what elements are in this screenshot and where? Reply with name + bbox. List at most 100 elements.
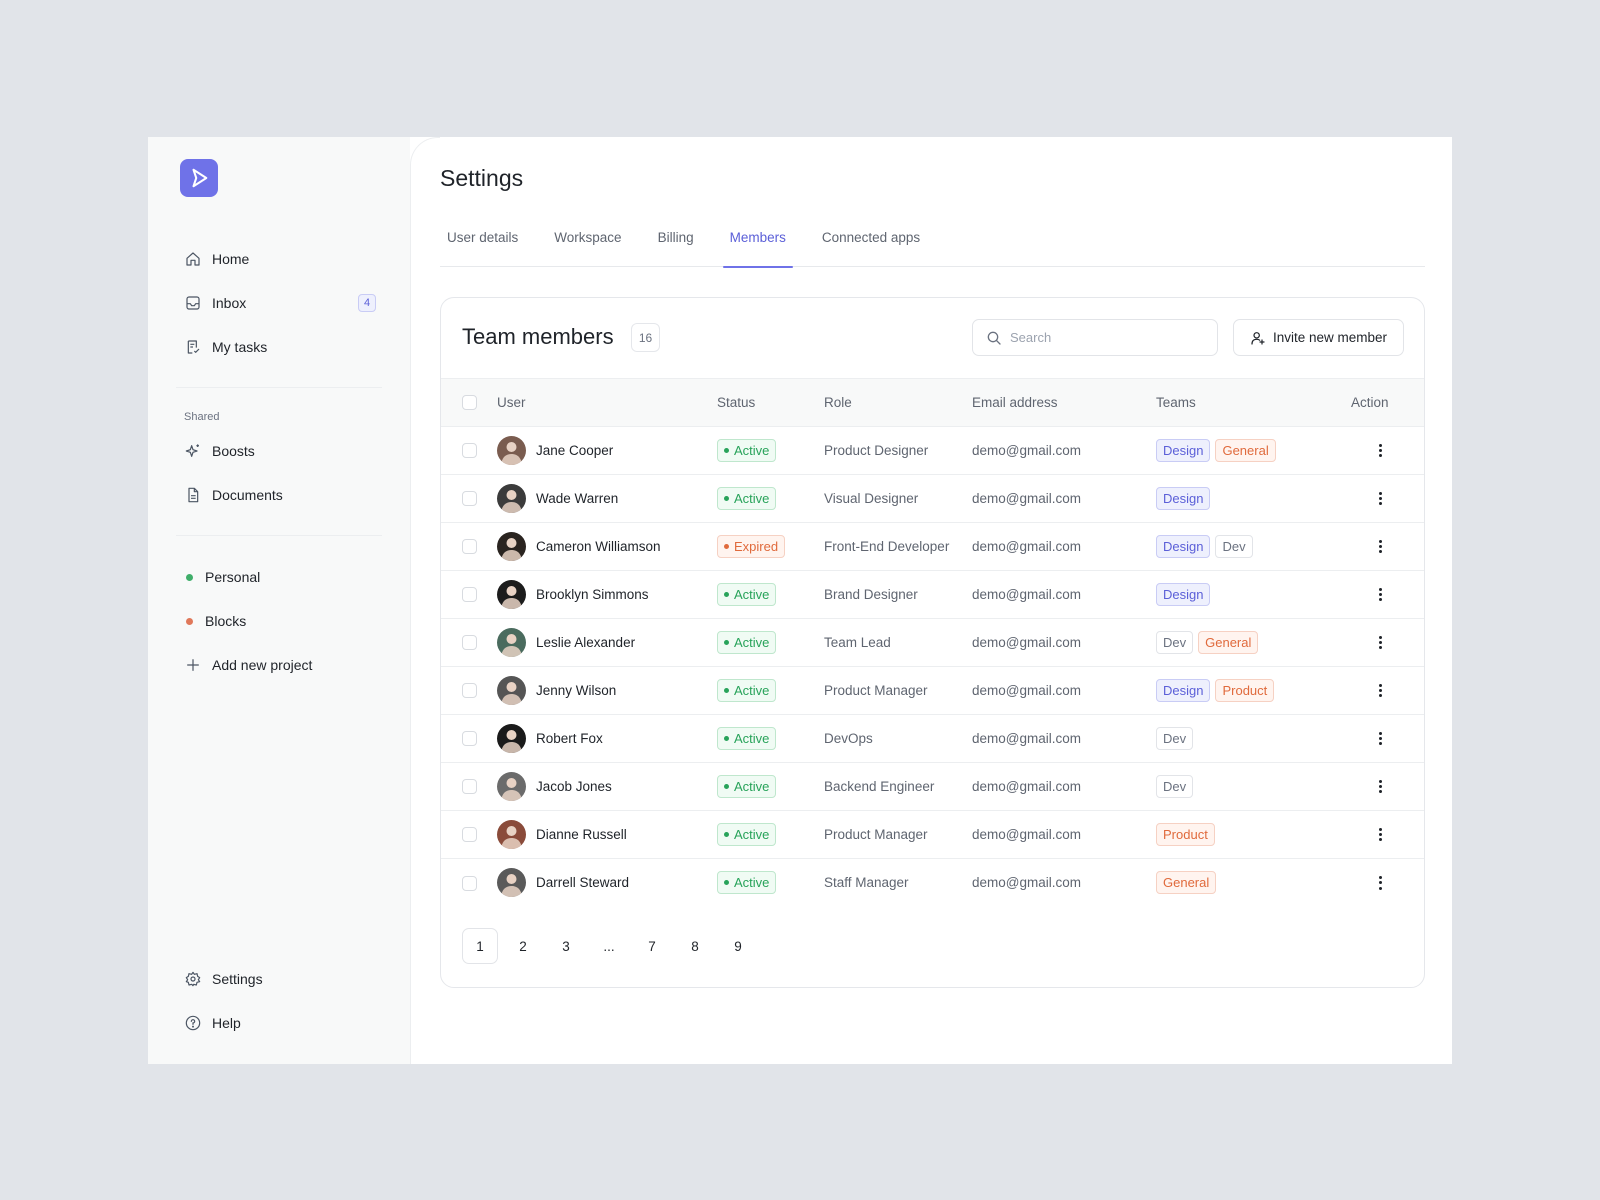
column-header-status[interactable]: Status: [717, 379, 824, 427]
tab-billing[interactable]: Billing: [651, 227, 701, 267]
status-label: Active: [734, 779, 770, 794]
email-cell: demo@gmail.com: [972, 827, 1081, 842]
table-row[interactable]: Leslie Alexander Active Team Lead demo@g…: [441, 619, 1424, 667]
table-row[interactable]: Jacob Jones Active Backend Engineer demo…: [441, 763, 1424, 811]
card-title: Team members: [462, 324, 614, 349]
sidebar-item-label: Documents: [212, 487, 283, 503]
team-tag: Design: [1156, 679, 1211, 702]
avatar: [497, 676, 526, 705]
user-name[interactable]: Jane Cooper: [536, 443, 613, 458]
sidebar-item-my-tasks[interactable]: My tasks: [178, 325, 378, 369]
column-header-teams[interactable]: Teams: [1156, 379, 1351, 427]
sidebar-item-boosts[interactable]: Boosts: [178, 429, 378, 473]
more-actions-icon[interactable]: [1372, 825, 1388, 845]
status-badge: Active: [717, 775, 777, 798]
user-name[interactable]: Brooklyn Simmons: [536, 587, 649, 602]
sidebar-item-personal[interactable]: Personal: [178, 555, 378, 599]
user-name[interactable]: Wade Warren: [536, 491, 618, 506]
sidebar-item-home[interactable]: Home: [178, 237, 378, 281]
row-checkbox[interactable]: [462, 587, 477, 603]
more-actions-icon[interactable]: [1372, 633, 1388, 653]
table-row[interactable]: Cameron Williamson Expired Front-End Dev…: [441, 523, 1424, 571]
user-name[interactable]: Jacob Jones: [536, 779, 612, 794]
email-cell: demo@gmail.com: [972, 443, 1081, 458]
more-actions-icon[interactable]: [1372, 537, 1388, 557]
page-button-9[interactable]: 9: [720, 928, 756, 964]
user-name[interactable]: Cameron Williamson: [536, 539, 661, 554]
row-checkbox[interactable]: [462, 539, 477, 555]
tab-members[interactable]: Members: [722, 227, 794, 268]
select-all-checkbox[interactable]: [462, 395, 477, 411]
avatar: [497, 484, 526, 513]
table-row[interactable]: Dianne Russell Active Product Manager de…: [441, 811, 1424, 859]
user-name[interactable]: Jenny Wilson: [536, 683, 616, 698]
table-row[interactable]: Jane Cooper Active Product Designer demo…: [441, 427, 1424, 475]
search-box[interactable]: [972, 319, 1218, 356]
table-row[interactable]: Jenny Wilson Active Product Manager demo…: [441, 667, 1424, 715]
more-actions-icon[interactable]: [1372, 441, 1388, 461]
table-row[interactable]: Darrell Steward Active Staff Manager dem…: [441, 859, 1424, 907]
user-cell: Wade Warren: [497, 484, 717, 513]
more-actions-icon[interactable]: [1372, 489, 1388, 509]
sidebar-item-label: Help: [212, 1015, 241, 1031]
row-checkbox[interactable]: [462, 731, 477, 747]
document-icon: [184, 486, 202, 504]
sidebar-item-label: Inbox: [212, 295, 247, 311]
sidebar-item-help[interactable]: Help: [178, 1001, 378, 1045]
invite-new-member-button[interactable]: Invite new member: [1233, 319, 1404, 356]
page-button-7[interactable]: 7: [634, 928, 670, 964]
search-input[interactable]: [1010, 330, 1210, 345]
tab-connected-apps[interactable]: Connected apps: [815, 227, 927, 267]
row-checkbox[interactable]: [462, 443, 477, 459]
team-tag: Design: [1156, 583, 1211, 606]
status-label: Active: [734, 683, 770, 698]
team-tag: General: [1215, 439, 1276, 462]
members-table-body: Jane Cooper Active Product Designer demo…: [441, 427, 1424, 907]
sidebar-item-blocks[interactable]: Blocks: [178, 599, 378, 643]
row-checkbox[interactable]: [462, 683, 477, 699]
status-dot: [724, 832, 729, 837]
page-button-3[interactable]: 3: [548, 928, 584, 964]
column-header-user[interactable]: User: [497, 379, 717, 427]
user-name[interactable]: Robert Fox: [536, 731, 603, 746]
page-button-1[interactable]: 1: [462, 928, 498, 964]
row-checkbox[interactable]: [462, 779, 477, 795]
home-icon: [184, 250, 202, 268]
column-header-role[interactable]: Role: [824, 379, 972, 427]
row-checkbox[interactable]: [462, 875, 477, 891]
sparkle-icon: [184, 442, 202, 460]
sidebar-item-settings[interactable]: Settings: [178, 957, 378, 1001]
column-header-email[interactable]: Email address: [972, 379, 1156, 427]
more-actions-icon[interactable]: [1372, 873, 1388, 893]
sidebar-item-inbox[interactable]: Inbox 4: [178, 281, 378, 325]
main-content: Settings User details Workspace Billing …: [410, 137, 1452, 1064]
app-logo-icon[interactable]: [180, 159, 218, 197]
row-checkbox[interactable]: [462, 635, 477, 651]
table-row[interactable]: Brooklyn Simmons Active Brand Designer d…: [441, 571, 1424, 619]
table-row[interactable]: Wade Warren Active Visual Designer demo@…: [441, 475, 1424, 523]
page-button-8[interactable]: 8: [677, 928, 713, 964]
bottom-nav: Settings Help: [178, 957, 378, 1045]
page-button-2[interactable]: 2: [505, 928, 541, 964]
row-checkbox[interactable]: [462, 827, 477, 843]
row-checkbox[interactable]: [462, 491, 477, 507]
user-name[interactable]: Leslie Alexander: [536, 635, 635, 650]
more-actions-icon[interactable]: [1372, 777, 1388, 797]
more-actions-icon[interactable]: [1372, 585, 1388, 605]
role-cell: Front-End Developer: [824, 539, 950, 554]
more-actions-icon[interactable]: [1372, 681, 1388, 701]
table-row[interactable]: Robert Fox Active DevOps demo@gmail.com …: [441, 715, 1424, 763]
settings-tabs: User details Workspace Billing Members C…: [440, 227, 1425, 268]
add-new-project-button[interactable]: Add new project: [178, 643, 378, 687]
more-actions-icon[interactable]: [1372, 729, 1388, 749]
sidebar-item-documents[interactable]: Documents: [178, 473, 378, 517]
tab-workspace[interactable]: Workspace: [547, 227, 628, 267]
tab-user-details[interactable]: User details: [440, 227, 525, 267]
sidebar-item-label: Settings: [212, 971, 263, 987]
status-badge: Active: [717, 727, 777, 750]
add-project-label: Add new project: [212, 657, 313, 673]
avatar: [497, 580, 526, 609]
user-name[interactable]: Dianne Russell: [536, 827, 627, 842]
email-cell: demo@gmail.com: [972, 587, 1081, 602]
user-name[interactable]: Darrell Steward: [536, 875, 629, 890]
